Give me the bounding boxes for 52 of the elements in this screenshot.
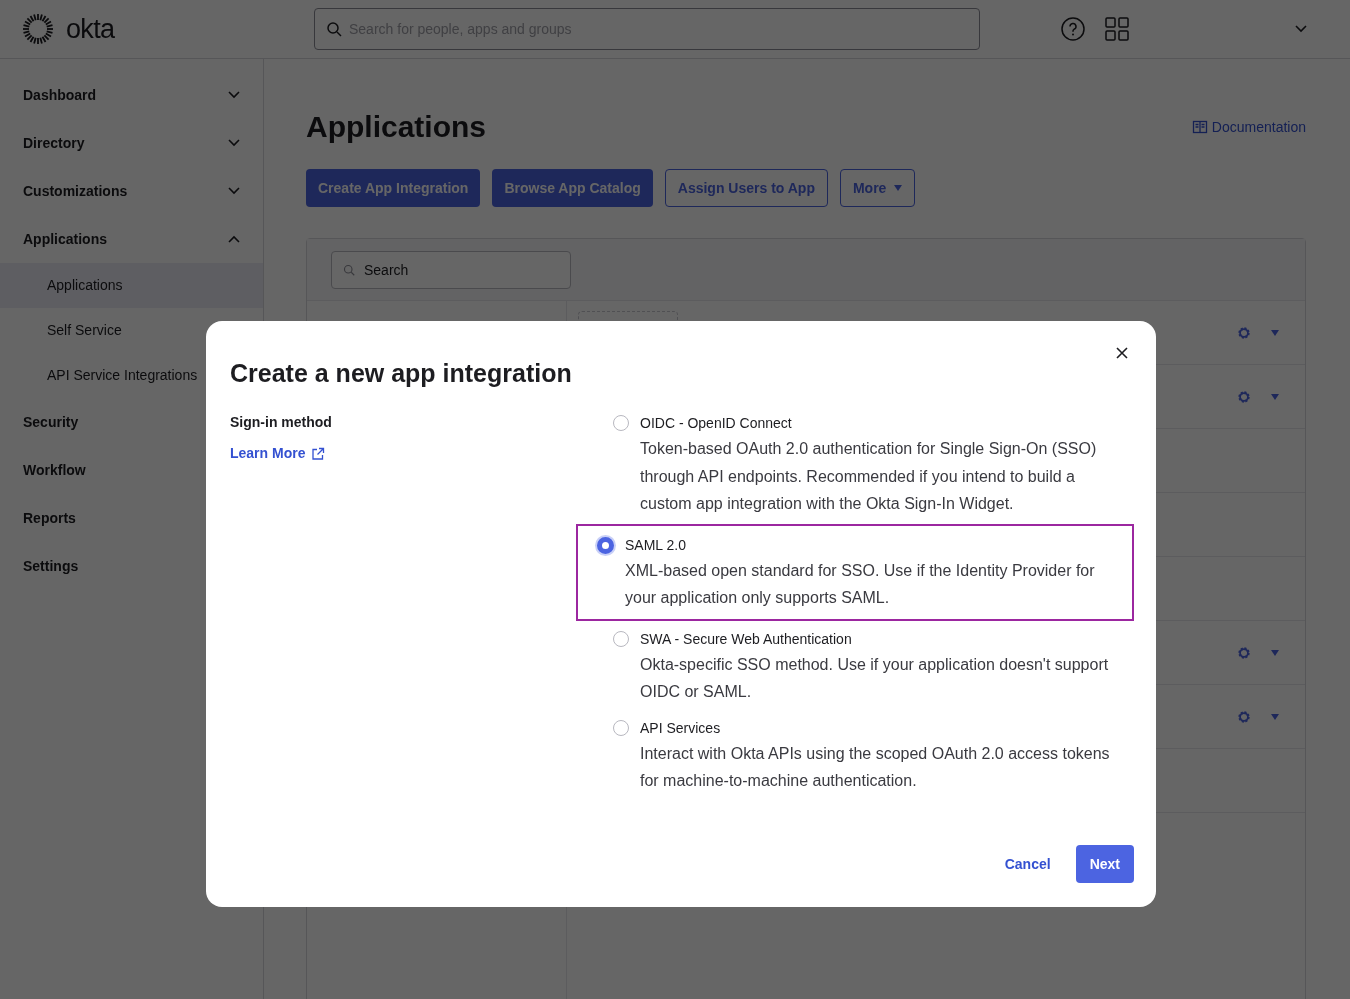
option-description: Okta-specific SSO method. Use if your application doesn't support OIDC or SAML.: [640, 654, 1110, 702]
caret-icon[interactable]: [1271, 713, 1279, 720]
book-icon: [1191, 119, 1208, 135]
learn-more-link[interactable]: Learn More: [230, 443, 326, 464]
option-description: Token-based OAuth 2.0 authentication for Single Sign-On (SSO) through API endpoints. Recommended if you intend to build a custom app integration with the Okta Sign-In Widget.: [640, 439, 1098, 514]
more-button[interactable]: More: [839, 169, 916, 207]
search-icon: [343, 263, 355, 276]
chevron-down-icon: [228, 187, 240, 195]
caret-icon[interactable]: [1271, 393, 1279, 400]
chevron-up-icon: [228, 235, 240, 243]
gear-icon[interactable]: [1237, 325, 1251, 340]
logo-icon: [22, 13, 54, 45]
option-description: Interact with Okta APIs using the scoped OAuth 2.0 access tokens for machine-to-machine authentication.: [640, 743, 1111, 791]
radio-button[interactable]: [613, 719, 629, 736]
caret-icon[interactable]: [1271, 649, 1279, 656]
action-button[interactable]: Create App Integration: [306, 169, 481, 207]
brand-name: okta: [66, 15, 115, 43]
gear-icon[interactable]: [1237, 389, 1251, 404]
next-button[interactable]: Next: [1075, 845, 1134, 883]
option-label: API Services: [640, 718, 722, 738]
gear-icon[interactable]: [1237, 709, 1251, 724]
cancel-button[interactable]: Cancel: [989, 845, 1066, 883]
sidebar-item[interactable]: Dashboard: [0, 71, 263, 119]
option-description: XML-based open standard for SSO. Use if the Identity Provider for your application only supports SAML.: [625, 560, 1096, 608]
documentation-link[interactable]: Documentation: [1191, 116, 1306, 138]
gear-icon[interactable]: [1237, 645, 1251, 660]
sidebar-item[interactable]: Customizations: [0, 167, 263, 215]
action-button[interactable]: Browse App Catalog: [492, 169, 653, 207]
option-label: SAML 2.0: [625, 535, 687, 555]
chevron-down-icon: [228, 91, 240, 99]
field-label: Sign-in method: [230, 413, 332, 432]
caret-icon[interactable]: [1271, 329, 1279, 336]
sidebar-item[interactable]: Directory: [0, 119, 263, 167]
external-link-icon: [311, 446, 326, 461]
chevron-down-icon: [228, 139, 240, 147]
app-grid-icon[interactable]: [1105, 17, 1129, 41]
help-icon[interactable]: [1061, 17, 1085, 41]
radio-button[interactable]: [613, 630, 629, 647]
sidebar-item[interactable]: Applications: [0, 215, 263, 263]
caret-icon: [894, 185, 903, 191]
search-field[interactable]: Search: [331, 250, 571, 289]
option-card[interactable]: SAML 2.0 XML-based open standard for SSO. Use if the Identity Provider for your application only supports SAML.: [576, 523, 1134, 621]
page-title: Applications: [306, 109, 486, 145]
search-icon: [326, 21, 342, 37]
radio-button[interactable]: [613, 415, 629, 431]
option-label: OIDC - OpenID Connect: [640, 414, 793, 433]
radio-button[interactable]: [597, 536, 614, 554]
dialog-title: Create a new app integration: [230, 358, 573, 389]
option-label: SWA - Secure Web Authentication: [640, 629, 853, 649]
action-button[interactable]: Assign Users to App: [664, 169, 828, 207]
chevron-down-icon[interactable]: [1295, 25, 1307, 33]
sidebar-subitem[interactable]: Applications: [0, 263, 263, 308]
